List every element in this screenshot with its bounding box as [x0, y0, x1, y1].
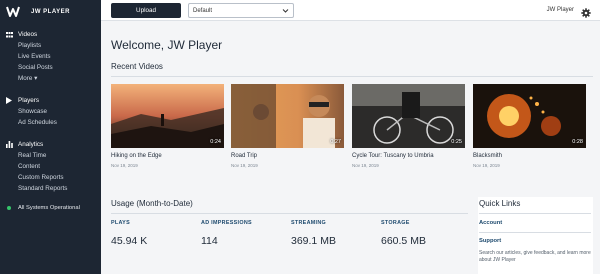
video-date: Nov 19, 2019 [473, 163, 500, 168]
metric-value: 45.94 K [111, 235, 148, 247]
video-title[interactable]: Cycle Tour: Tuscany to Umbria [352, 153, 465, 159]
divider [111, 76, 593, 77]
sidebar-item-social-posts[interactable]: Social Posts [0, 62, 101, 73]
divider [479, 232, 591, 233]
sidebar-item-label: Players [18, 97, 39, 104]
metric-storage: STORAGE 660.5 MB [381, 220, 426, 247]
video-card[interactable]: 0:28 Blacksmith Nov 19, 2019 [473, 84, 586, 168]
metric-label: PLAYS [111, 220, 130, 226]
sidebar-item-custom-reports[interactable]: Custom Reports [0, 172, 101, 183]
sidebar-item-showcase[interactable]: Showcase [0, 106, 101, 117]
video-duration: 0:25 [451, 139, 462, 145]
sidebar-item-label: Videos [18, 31, 38, 38]
chevron-down-icon [282, 7, 289, 16]
video-card[interactable]: 0:24 Hiking on the Edge Nov 19, 2019 [111, 84, 224, 168]
jw-player-logo[interactable]: JW PLAYER [6, 5, 70, 18]
metric-ad-impressions: AD IMPRESSIONS 114 [201, 220, 252, 247]
metric-label: STORAGE [381, 220, 410, 226]
nav-group-videos: Videos Playlists Live Events Social Post… [0, 29, 101, 84]
sidebar-item-real-time[interactable]: Real Time [0, 150, 101, 161]
sidebar-item-label: Analytics [18, 141, 44, 148]
video-duration: 0:28 [572, 139, 583, 145]
play-icon [0, 97, 18, 104]
nav-group-analytics: Analytics Real Time Content Custom Repor… [0, 139, 101, 194]
quick-links-title: Quick Links [479, 199, 521, 208]
video-date: Nov 19, 2019 [352, 163, 379, 168]
video-date: Nov 19, 2019 [111, 163, 138, 168]
quick-links-panel: Quick Links Account Support Search our a… [478, 197, 593, 274]
divider [111, 213, 468, 214]
sidebar-item-videos[interactable]: Videos [0, 29, 101, 40]
sidebar: JW PLAYER Videos Playlists Live Events S… [0, 0, 101, 274]
divider [479, 213, 591, 214]
player-select-value: Default [193, 7, 213, 14]
bar-chart-icon [0, 141, 18, 148]
sidebar-item-standard-reports[interactable]: Standard Reports [0, 183, 101, 194]
metric-label: STREAMING [291, 220, 327, 226]
video-thumbnail[interactable]: 0:25 [352, 84, 465, 148]
video-title[interactable]: Blacksmith [473, 153, 586, 159]
video-title[interactable]: Hiking on the Edge [111, 153, 224, 159]
video-thumbnail[interactable]: 0:24 [111, 84, 224, 148]
recent-videos-title: Recent Videos [111, 62, 163, 71]
sidebar-item-ad-schedules[interactable]: Ad Schedules [0, 117, 101, 128]
sidebar-item-playlists[interactable]: Playlists [0, 40, 101, 51]
metric-value: 369.1 MB [291, 235, 336, 247]
metric-streaming: STREAMING 369.1 MB [291, 220, 336, 247]
status-dot-icon [0, 206, 18, 210]
account-link[interactable]: Account [479, 220, 502, 226]
sidebar-item-more[interactable]: More ▾ [0, 73, 101, 84]
sidebar-item-live-events[interactable]: Live Events [0, 51, 101, 62]
video-duration: 0:24 [210, 139, 221, 145]
metric-plays: PLAYS 45.94 K [111, 220, 147, 247]
video-title[interactable]: Road Trip [231, 153, 344, 159]
support-link[interactable]: Support [479, 238, 501, 244]
metric-value: 660.5 MB [381, 235, 426, 247]
gear-icon[interactable] [581, 5, 591, 18]
video-date: Nov 19, 2019 [231, 163, 258, 168]
sidebar-item-players[interactable]: Players [0, 95, 101, 106]
video-card[interactable]: 0:27 Road Trip Nov 19, 2019 [231, 84, 344, 168]
grid-icon [0, 31, 18, 38]
player-select[interactable]: Default [188, 3, 294, 18]
video-duration: 0:27 [330, 139, 341, 145]
video-card[interactable]: 0:25 Cycle Tour: Tuscany to Umbria Nov 1… [352, 84, 465, 168]
page-title: Welcome, JW Player [111, 38, 223, 52]
video-thumbnail[interactable]: 0:27 [231, 84, 344, 148]
sidebar-item-analytics[interactable]: Analytics [0, 139, 101, 150]
metric-label: AD IMPRESSIONS [201, 220, 252, 226]
system-status[interactable]: All Systems Operational [0, 205, 80, 211]
brand-name: JW PLAYER [31, 8, 70, 15]
account-name[interactable]: JW Player [547, 7, 574, 13]
sidebar-item-content[interactable]: Content [0, 161, 101, 172]
nav-group-players: Players Showcase Ad Schedules [0, 95, 101, 128]
main-content: Welcome, JW Player Recent Videos 0:24 Hi… [101, 21, 600, 274]
support-description: Search our articles, give feedback, and … [479, 250, 591, 263]
video-thumbnail[interactable]: 0:28 [473, 84, 586, 148]
top-bar: Upload Default JW Player [101, 0, 600, 21]
upload-button[interactable]: Upload [111, 3, 181, 18]
logo-icon [6, 5, 28, 18]
system-status-label: All Systems Operational [18, 205, 80, 211]
usage-title: Usage (Month-to-Date) [111, 199, 193, 208]
metric-value: 114 [201, 235, 218, 247]
